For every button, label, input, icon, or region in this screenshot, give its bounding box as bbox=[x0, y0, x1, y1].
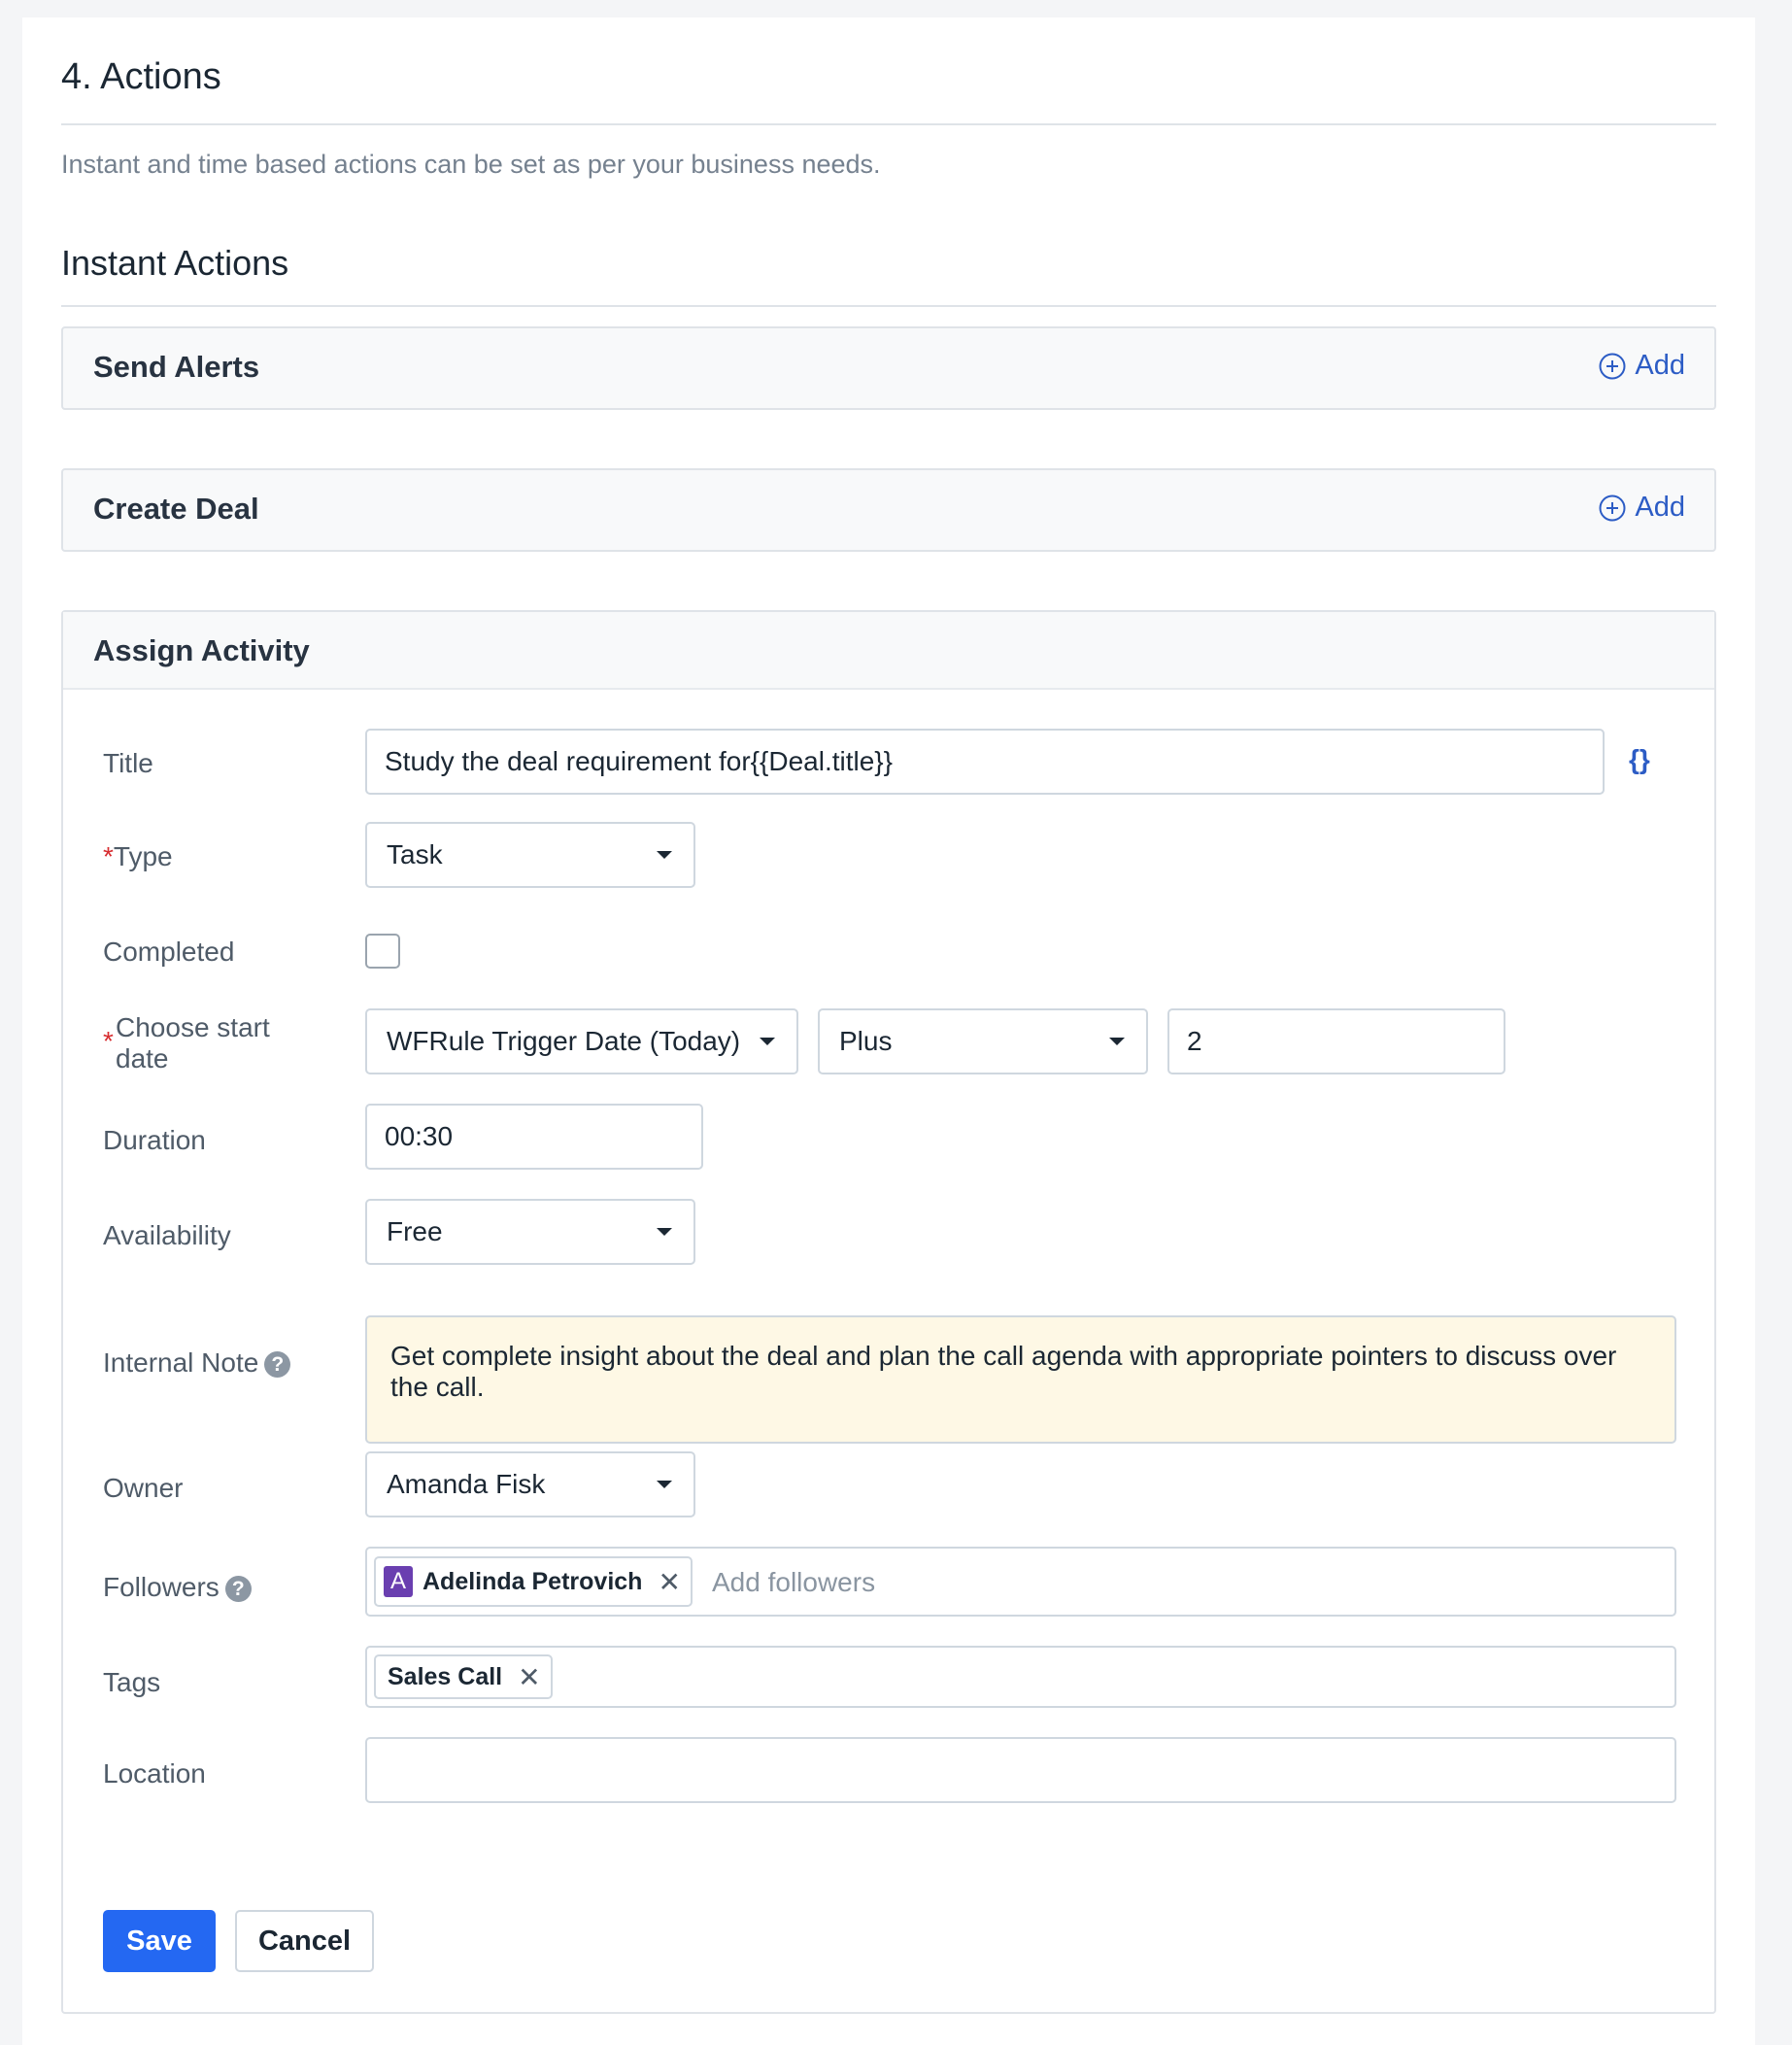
help-icon[interactable]: ? bbox=[264, 1351, 291, 1379]
caret-down-icon bbox=[657, 851, 672, 859]
caret-down-icon bbox=[760, 1038, 775, 1045]
availability-select[interactable]: Free bbox=[365, 1199, 695, 1265]
start-date-value: WFRule Trigger Date (Today) bbox=[387, 1026, 741, 1056]
owner-label: Owner bbox=[103, 1473, 184, 1503]
completed-checkbox[interactable] bbox=[365, 934, 400, 969]
tags-label: Tags bbox=[103, 1667, 161, 1697]
internal-note-label-text: Internal Note bbox=[103, 1347, 259, 1378]
add-label: Add bbox=[1635, 492, 1685, 523]
followers-label-text: Followers bbox=[103, 1572, 220, 1602]
follower-chip: A Adelinda Petrovich ✕ bbox=[374, 1556, 693, 1607]
send-alerts-panel: Send Alerts Add bbox=[61, 326, 1716, 410]
assign-activity-panel: Assign Activity Title Study the deal req… bbox=[61, 610, 1716, 2014]
save-button[interactable]: Save bbox=[103, 1910, 216, 1972]
location-label: Location bbox=[103, 1758, 206, 1789]
caret-down-icon bbox=[657, 1228, 672, 1236]
assign-activity-header: Assign Activity bbox=[63, 612, 1714, 690]
plus-circle-icon bbox=[1599, 494, 1626, 521]
caret-down-icon bbox=[1109, 1038, 1125, 1045]
type-label: *Type bbox=[103, 841, 173, 872]
title-label: Title bbox=[103, 748, 153, 778]
create-deal-panel: Create Deal Add bbox=[61, 468, 1716, 552]
title-input[interactable]: Study the deal requirement for{{Deal.tit… bbox=[365, 729, 1605, 795]
type-value: Task bbox=[387, 839, 443, 869]
create-deal-add-button[interactable]: Add bbox=[1598, 492, 1685, 524]
start-date-select[interactable]: WFRule Trigger Date (Today) bbox=[365, 1008, 798, 1074]
operator-select[interactable]: Plus bbox=[818, 1008, 1148, 1074]
avatar: A bbox=[384, 1566, 413, 1597]
followers-input[interactable]: A Adelinda Petrovich ✕ Add followers bbox=[365, 1547, 1676, 1617]
instant-actions-heading: Instant Actions bbox=[61, 243, 289, 283]
owner-select[interactable]: Amanda Fisk bbox=[365, 1451, 695, 1517]
tag-name: Sales Call bbox=[388, 1662, 503, 1690]
internal-note-label: Internal Note? bbox=[103, 1347, 291, 1379]
duration-input[interactable]: 00:30 bbox=[365, 1104, 703, 1170]
required-mark: * bbox=[103, 841, 114, 871]
followers-label: Followers? bbox=[103, 1572, 252, 1603]
start-date-label-line2: date bbox=[116, 1043, 169, 1074]
type-label-text: Type bbox=[113, 841, 173, 871]
close-icon[interactable]: ✕ bbox=[518, 1661, 540, 1693]
follower-name: Adelinda Petrovich bbox=[423, 1567, 643, 1595]
duration-label: Duration bbox=[103, 1125, 206, 1155]
create-deal-title: Create Deal bbox=[93, 492, 259, 526]
section-title: 4. Actions bbox=[61, 56, 221, 97]
operator-value: Plus bbox=[839, 1026, 893, 1056]
start-date-label-line1: Choose start bbox=[116, 1012, 270, 1042]
availability-label: Availability bbox=[103, 1220, 231, 1250]
availability-value: Free bbox=[387, 1216, 443, 1246]
close-icon[interactable]: ✕ bbox=[658, 1566, 680, 1598]
tag-chip: Sales Call ✕ bbox=[374, 1654, 553, 1699]
assign-activity-title: Assign Activity bbox=[93, 633, 310, 667]
add-label: Add bbox=[1635, 350, 1685, 381]
type-select[interactable]: Task bbox=[365, 822, 695, 888]
internal-note-textarea[interactable]: Get complete insight about the deal and … bbox=[365, 1315, 1676, 1444]
placeholder-braces-button[interactable]: {} bbox=[1629, 744, 1650, 775]
completed-label: Completed bbox=[103, 937, 235, 967]
required-mark: * bbox=[103, 1026, 114, 1056]
caret-down-icon bbox=[657, 1481, 672, 1488]
send-alerts-add-button[interactable]: Add bbox=[1598, 350, 1685, 382]
section-description: Instant and time based actions can be se… bbox=[61, 150, 881, 179]
offset-input[interactable]: 2 bbox=[1167, 1008, 1505, 1074]
location-input[interactable] bbox=[365, 1737, 1676, 1803]
actions-card: 4. Actions Instant and time based action… bbox=[22, 17, 1755, 2045]
help-icon[interactable]: ? bbox=[224, 1576, 252, 1603]
start-date-label: * Choose start date bbox=[103, 1012, 270, 1074]
tags-input[interactable]: Sales Call ✕ bbox=[365, 1646, 1676, 1708]
plus-circle-icon bbox=[1599, 353, 1626, 379]
owner-value: Amanda Fisk bbox=[387, 1469, 546, 1499]
send-alerts-title: Send Alerts bbox=[93, 350, 260, 384]
followers-placeholder: Add followers bbox=[712, 1567, 876, 1597]
instant-actions-divider bbox=[61, 305, 1716, 307]
title-divider bbox=[61, 123, 1716, 125]
cancel-button[interactable]: Cancel bbox=[235, 1910, 374, 1972]
